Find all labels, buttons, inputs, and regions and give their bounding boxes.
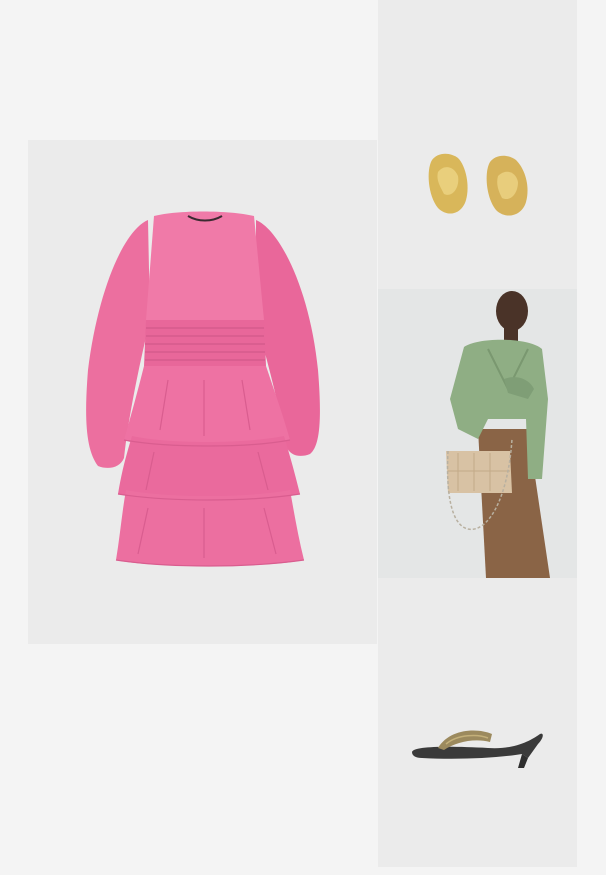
outfit-board: { "items": [ {"name": "dress", "icon": "… bbox=[0, 0, 606, 875]
sandals-product-card[interactable] bbox=[378, 578, 577, 867]
kitten-heel-sandal-image bbox=[412, 730, 543, 768]
dress-product-card[interactable] bbox=[28, 140, 377, 644]
model-look-card[interactable] bbox=[378, 289, 577, 578]
earrings-product-card[interactable] bbox=[378, 0, 577, 289]
model-image bbox=[446, 291, 550, 578]
pink-dress-image bbox=[86, 211, 320, 567]
gold-earrings-image bbox=[428, 153, 528, 216]
